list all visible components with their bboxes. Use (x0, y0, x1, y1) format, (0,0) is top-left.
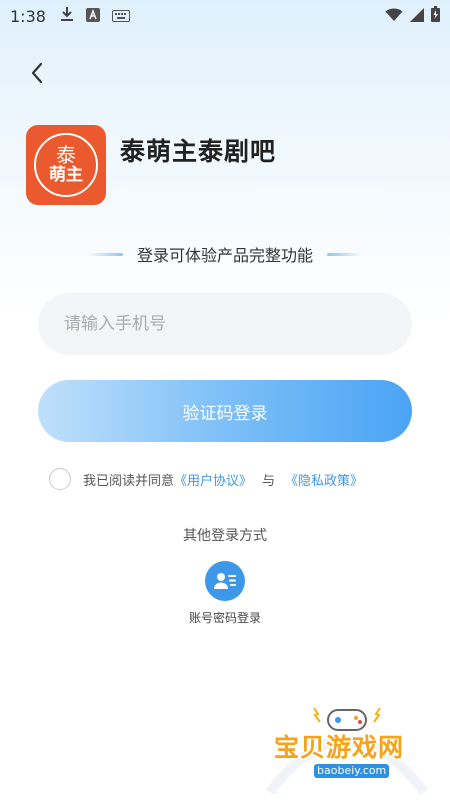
status-system (385, 6, 440, 26)
subtitle-row: 登录可体验产品完整功能 (0, 242, 450, 266)
wifi-icon (385, 7, 403, 26)
account-password-login-label: 账号密码登录 (188, 611, 261, 625)
battery-icon (431, 6, 440, 26)
watermark-url: baobeiy.com (314, 764, 390, 778)
user-card-icon (205, 561, 245, 601)
signal-icon (409, 7, 425, 26)
app-logo: 泰 萌主 (26, 125, 106, 205)
watermark-text: 宝贝游戏网 (274, 733, 405, 762)
agreement-and: 与 (262, 473, 276, 489)
status-time: 1:38 (10, 6, 46, 26)
other-login-title: 其他登录方式 (183, 528, 267, 544)
agreement-checkbox[interactable] (49, 468, 71, 490)
chevron-left-icon (30, 62, 44, 88)
phone-input[interactable] (38, 293, 412, 355)
download-icon (60, 6, 74, 26)
subtitle-divider-left (86, 252, 123, 256)
watermark: 宝贝游戏网 baobeiy.com (262, 700, 432, 796)
app-name: 泰萌主泰剧吧 (120, 137, 277, 166)
status-bar: 1:38 (0, 0, 450, 32)
back-button[interactable] (22, 60, 52, 90)
logo-text-line2: 萌主 (49, 165, 83, 186)
subtitle: 登录可体验产品完整功能 (136, 246, 313, 265)
a-app-icon (85, 7, 100, 26)
logo-badge: 泰 萌主 (34, 133, 98, 197)
logo-text-line1: 泰 (56, 143, 76, 168)
agreement-row: 我已阅读并同意 《用户协议》 与 《隐私政策》 (49, 468, 363, 490)
privacy-policy-link[interactable]: 《隐私政策》 (285, 470, 363, 489)
user-agreement-link[interactable]: 《用户协议》 (174, 470, 252, 489)
subtitle-divider-right (327, 252, 363, 256)
agreement-prefix: 我已阅读并同意 (83, 473, 175, 489)
keyboard-icon (111, 7, 130, 26)
account-password-login-button[interactable]: 账号密码登录 (175, 561, 275, 626)
status-notifications (60, 6, 130, 26)
sms-login-button[interactable]: 验证码登录 (38, 380, 412, 442)
